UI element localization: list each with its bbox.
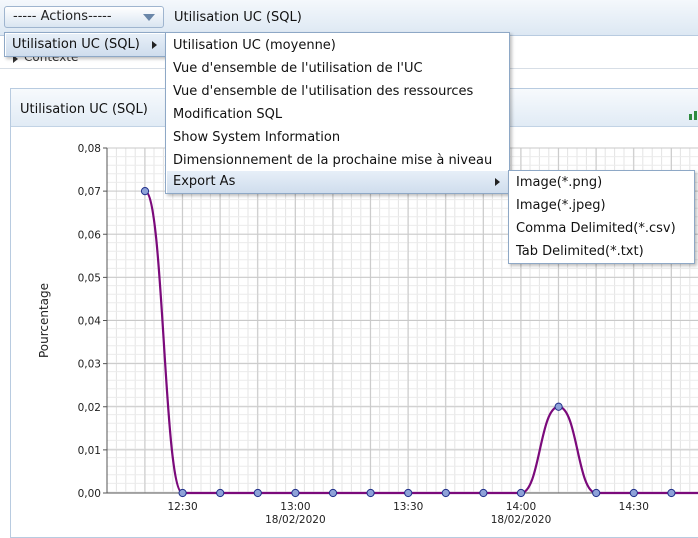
y-tick-label: 0,06 bbox=[78, 229, 102, 241]
data-point bbox=[629, 488, 638, 498]
data-point bbox=[479, 488, 488, 498]
menu-item-export-png[interactable]: Image(*.png) bbox=[510, 172, 693, 194]
y-tick-label: 0,05 bbox=[78, 272, 101, 284]
menu-item-dimensionnement[interactable]: Dimensionnement de la prochaine mise à n… bbox=[167, 150, 508, 172]
data-point bbox=[592, 488, 601, 498]
submenu-arrow-icon bbox=[152, 41, 157, 49]
x-tick-label: 13:30 bbox=[393, 501, 423, 513]
data-point bbox=[291, 488, 300, 498]
menu-item-label: Vue d'ensemble de l'utilisation de l'UC bbox=[173, 61, 423, 76]
export-submenu: Image(*.png) Image(*.jpeg) Comma Delimit… bbox=[508, 170, 695, 264]
menu-item-label: Vue d'ensemble de l'utilisation des ress… bbox=[173, 84, 474, 99]
menu-item-label: Tab Delimited(*.txt) bbox=[516, 244, 644, 259]
menu-item-label: Image(*.jpeg) bbox=[516, 198, 606, 213]
data-point bbox=[178, 488, 187, 498]
x-tick-label: 12:30 bbox=[167, 501, 197, 513]
data-point bbox=[253, 488, 262, 498]
data-point bbox=[216, 488, 225, 498]
utilisation-submenu: Utilisation UC (moyenne) Vue d'ensemble … bbox=[165, 32, 510, 194]
data-point bbox=[554, 402, 563, 411]
menu-item-export-csv[interactable]: Comma Delimited(*.csv) bbox=[510, 218, 693, 240]
menu-item-label: Show System Information bbox=[173, 130, 341, 145]
y-axis-label: Pourcentage bbox=[37, 283, 51, 358]
menu-item-vue-uc[interactable]: Vue d'ensemble de l'utilisation de l'UC bbox=[167, 58, 508, 80]
x-tick-date-label: 18/02/2020 bbox=[491, 514, 552, 526]
y-tick-label: 0,08 bbox=[78, 143, 101, 155]
menu-item-label: Comma Delimited(*.csv) bbox=[516, 221, 676, 236]
data-point bbox=[366, 488, 375, 498]
y-tick-label: 0,02 bbox=[78, 402, 101, 414]
menu-item-modification-sql[interactable]: Modification SQL bbox=[167, 104, 508, 126]
y-tick-label: 0,00 bbox=[78, 488, 101, 500]
menu-item-label: Export As bbox=[173, 174, 236, 189]
menu-item-label: Utilisation UC (moyenne) bbox=[173, 38, 336, 53]
y-tick-label: 0,01 bbox=[78, 445, 101, 457]
menu-item-export-txt[interactable]: Tab Delimited(*.txt) bbox=[510, 241, 693, 263]
x-tick-label: 14:00 bbox=[506, 501, 536, 513]
menu-item-utilisation-moyenne[interactable]: Utilisation UC (moyenne) bbox=[167, 35, 508, 57]
data-point bbox=[328, 488, 338, 498]
x-tick-date-label: 18/02/2020 bbox=[265, 514, 326, 526]
menu-item-label: Modification SQL bbox=[173, 107, 283, 122]
y-tick-label: 0,07 bbox=[78, 186, 101, 198]
menu-item-label: Utilisation UC (SQL) bbox=[12, 37, 140, 52]
data-point bbox=[441, 488, 450, 498]
menu-item-vue-ressources[interactable]: Vue d'ensemble de l'utilisation des ress… bbox=[167, 81, 508, 103]
submenu-arrow-icon bbox=[495, 178, 500, 186]
data-point bbox=[140, 187, 150, 196]
actions-menu: Utilisation UC (SQL) bbox=[4, 32, 167, 57]
data-point bbox=[516, 488, 526, 498]
y-tick-label: 0,03 bbox=[78, 359, 101, 371]
y-tick-label: 0,04 bbox=[78, 316, 102, 328]
x-tick-label: 13:00 bbox=[280, 501, 310, 513]
menu-item-label: Image(*.png) bbox=[516, 175, 603, 190]
data-point bbox=[667, 488, 676, 498]
menu-item-utilisation-uc-sql[interactable]: Utilisation UC (SQL) bbox=[6, 34, 165, 56]
menu-item-show-system-information[interactable]: Show System Information bbox=[167, 127, 508, 149]
data-point bbox=[404, 488, 413, 498]
menu-item-export-as[interactable]: Export As bbox=[167, 171, 508, 193]
menu-item-label: Dimensionnement de la prochaine mise à n… bbox=[173, 153, 493, 168]
menu-item-export-jpeg[interactable]: Image(*.jpeg) bbox=[510, 195, 693, 217]
x-tick-label: 14:30 bbox=[619, 501, 649, 513]
